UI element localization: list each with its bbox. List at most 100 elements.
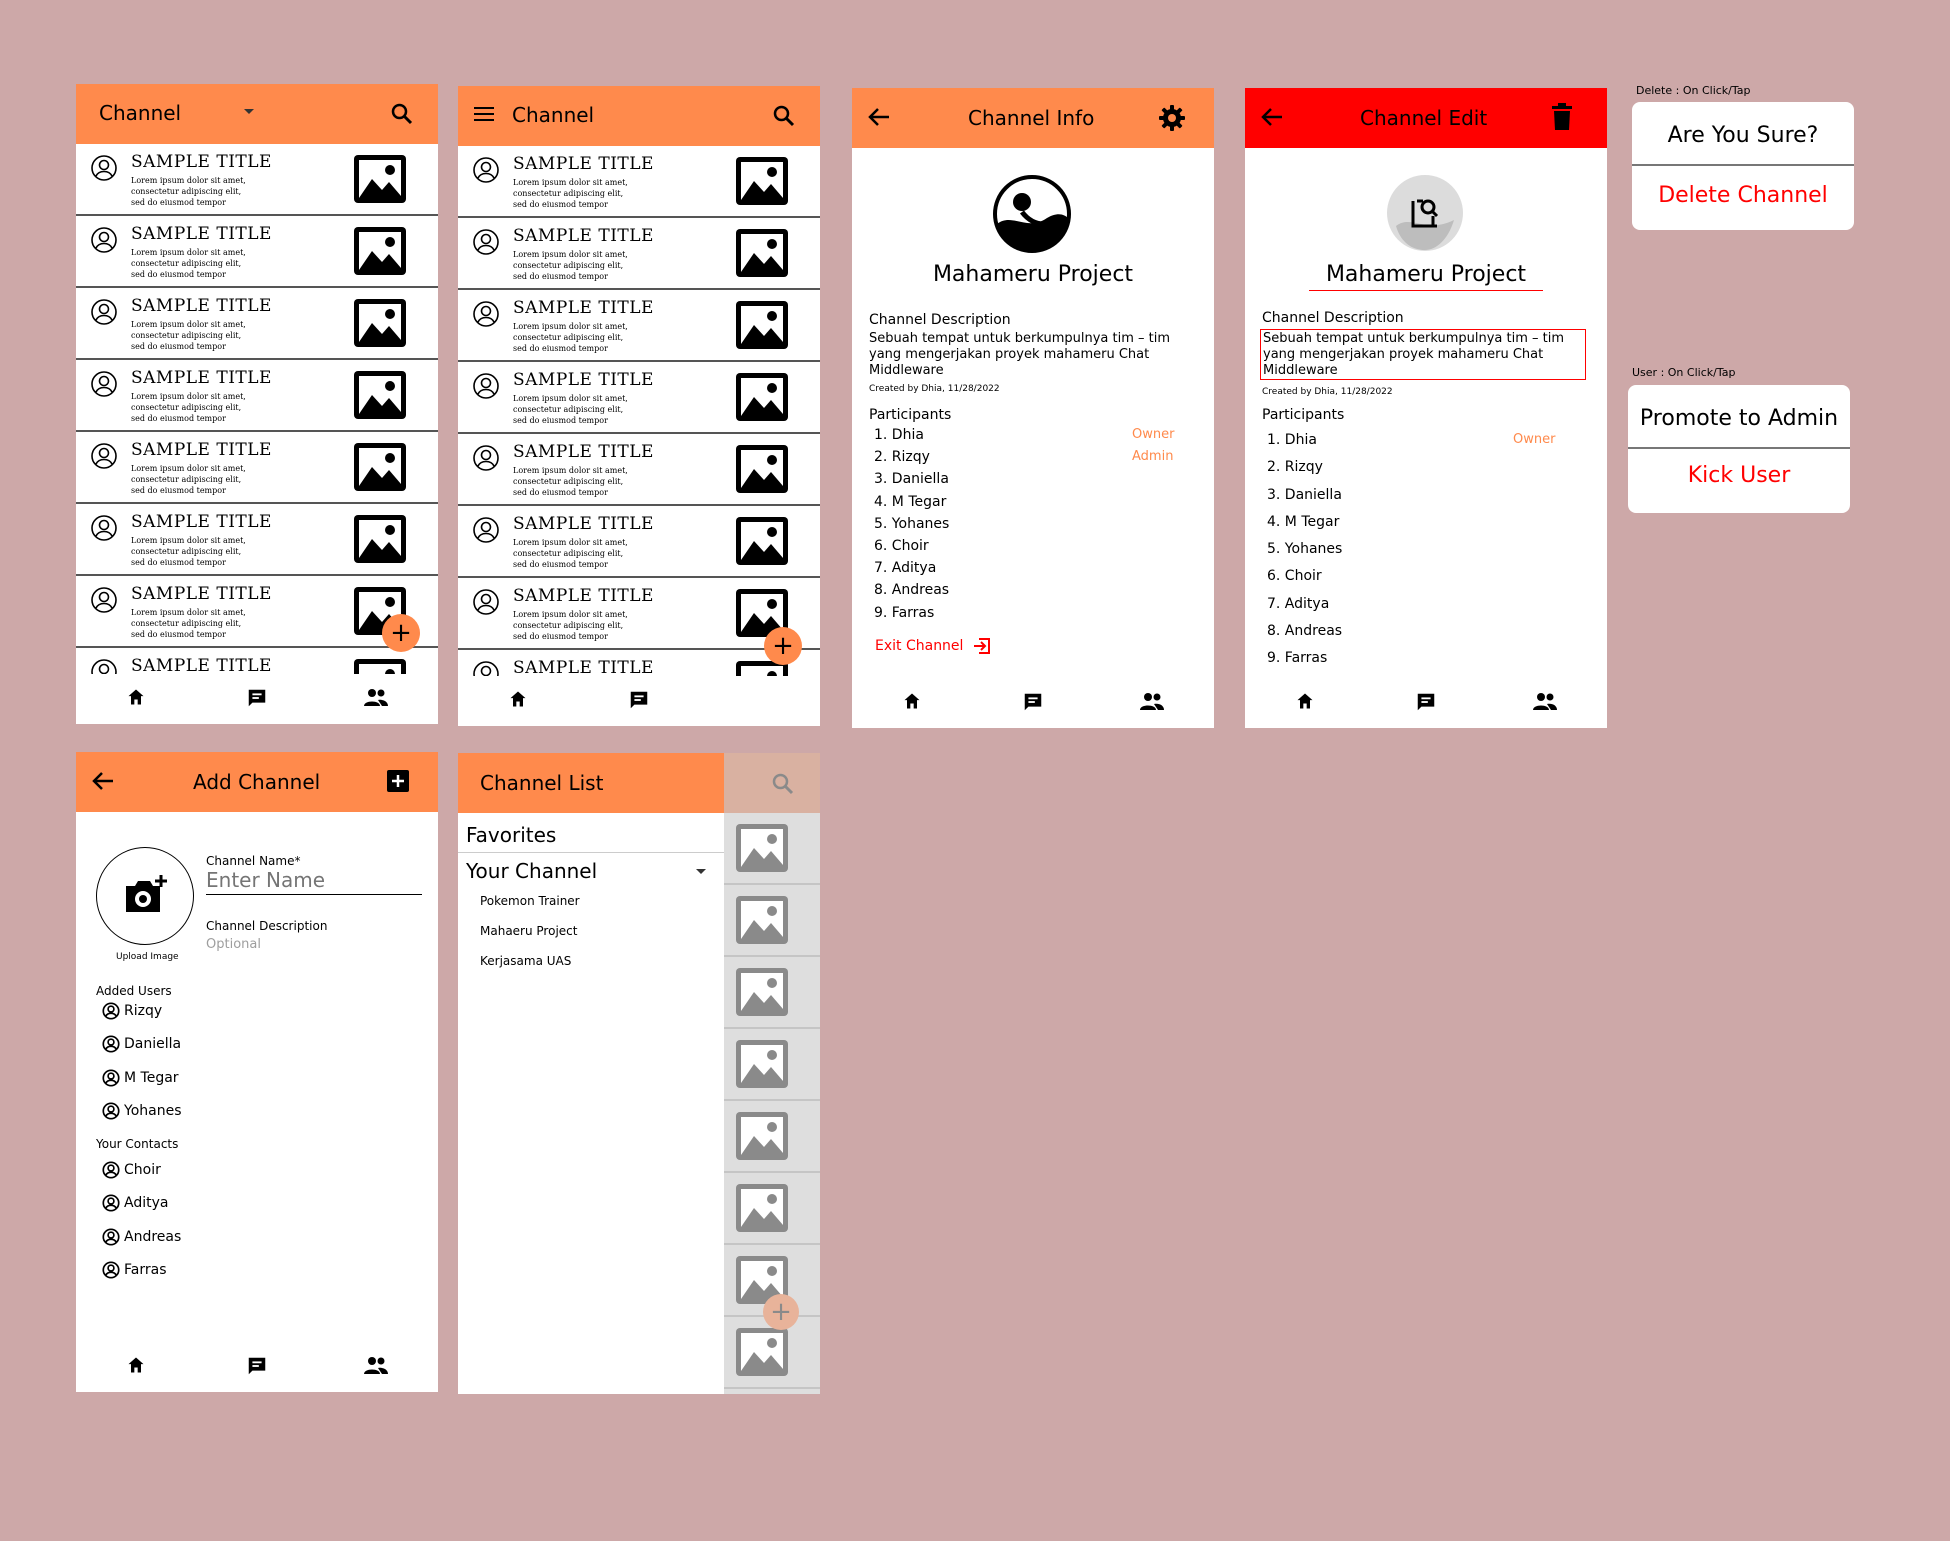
channel-row[interactable]: SAMPLE TITLE Lorem ipsum dolor sit amet, … — [458, 218, 820, 290]
add-box-icon[interactable] — [386, 769, 410, 793]
participant-item[interactable]: 6. Choir — [1267, 568, 1342, 595]
search-icon[interactable] — [772, 104, 796, 128]
trash-icon[interactable] — [1551, 103, 1573, 131]
channel-name-field[interactable]: Mahameru Project — [1309, 262, 1543, 291]
channel-row[interactable]: SAMPLE TITLE Lorem ipsum dolor sit amet, … — [76, 504, 438, 576]
upload-image-button[interactable] — [96, 847, 194, 945]
user-icon — [102, 1261, 120, 1279]
participant-item[interactable]: 3. Daniella — [1267, 487, 1342, 514]
participant-item[interactable]: 1. Dhia Owner — [874, 427, 1174, 449]
description-textarea[interactable]: Sebuah tempat untuk berkumpulnya tim – t… — [1260, 329, 1586, 380]
chat-icon[interactable] — [628, 689, 650, 711]
delete-confirm-dialog: Are You Sure? Delete Channel — [1632, 102, 1854, 230]
user-item[interactable]: Farras — [98, 1261, 167, 1279]
chat-icon[interactable] — [1415, 691, 1437, 713]
gear-icon[interactable] — [1158, 104, 1186, 132]
people-icon[interactable] — [364, 1355, 388, 1375]
participants-label: Participants — [869, 407, 952, 423]
participant-item[interactable]: 9. Farras — [874, 605, 949, 627]
channel-row[interactable]: SAMPLE TITLE Lorem ipsum dolor sit amet, … — [76, 360, 438, 432]
people-icon[interactable] — [364, 687, 388, 707]
channel-row[interactable]: SAMPLE TITLE Lorem ipsum dolor sit amet, … — [458, 506, 820, 578]
your-contacts-label: Your Contacts — [96, 1137, 179, 1151]
user-item[interactable]: Andreas — [98, 1228, 181, 1246]
participant-item[interactable]: 5. Yohanes — [1267, 541, 1342, 568]
image-icon — [734, 1110, 790, 1162]
channel-row[interactable]: SAMPLE TITLE Lorem ipsum dolor sit amet, … — [76, 216, 438, 288]
exit-channel-button[interactable]: Exit Channel — [875, 637, 991, 655]
participant-item[interactable]: 9. Farras — [1267, 650, 1342, 677]
channel-description-input[interactable]: Optional — [206, 937, 261, 952]
participant-role: Owner — [1132, 427, 1175, 442]
channel-name-item[interactable]: Mahaeru Project — [480, 924, 577, 938]
kick-user-button[interactable]: Kick User — [1628, 463, 1850, 488]
channel-row[interactable]: SAMPLE TITLE Lorem ipsum dolor sit amet, … — [76, 432, 438, 504]
channel-name-item[interactable]: Kerjasama UAS — [480, 954, 571, 968]
channel-name-input[interactable] — [206, 868, 422, 895]
people-icon[interactable] — [1140, 691, 1164, 711]
participant-name: 5. Yohanes — [1267, 541, 1343, 558]
user-item[interactable]: Choir — [98, 1161, 161, 1179]
participant-item[interactable]: 3. Daniella — [874, 471, 949, 493]
participant-item[interactable]: 6. Choir — [874, 538, 949, 560]
dropdown-arrow-icon[interactable] — [243, 108, 255, 116]
add-channel-fab[interactable]: + — [382, 614, 420, 652]
your-channel-toggle[interactable]: Your Channel — [466, 859, 708, 883]
back-arrow-icon[interactable] — [1261, 107, 1283, 127]
participant-name: 9. Farras — [874, 604, 935, 621]
participant-item[interactable]: 7. Aditya — [1267, 596, 1342, 623]
channel-row[interactable]: SAMPLE TITLE Lorem ipsum dolor sit amet, … — [76, 288, 438, 360]
dimmed-row — [724, 885, 820, 957]
participant-item[interactable]: 2. Rizqy Admin — [874, 449, 1173, 471]
image-icon — [352, 369, 408, 421]
user-item[interactable]: Aditya — [98, 1194, 168, 1212]
channel-title: SAMPLE TITLE — [131, 368, 272, 388]
delete-channel-button[interactable]: Delete Channel — [1632, 183, 1854, 208]
home-icon[interactable] — [126, 1355, 146, 1375]
user-item[interactable]: Rizqy — [98, 1002, 162, 1020]
dimmed-background[interactable]: + — [724, 753, 820, 1394]
home-icon[interactable] — [1295, 691, 1315, 711]
image-search-icon[interactable] — [1386, 174, 1464, 252]
participant-name: 3. Daniella — [874, 471, 949, 488]
channel-name-item[interactable]: Pokemon Trainer — [480, 894, 580, 908]
screen-title: Add Channel — [193, 770, 321, 794]
participant-name: 5. Yohanes — [874, 515, 950, 532]
participant-item[interactable]: 2. Rizqy — [1267, 459, 1342, 486]
people-icon[interactable] — [1533, 691, 1557, 711]
participant-item[interactable]: 4. M Tegar — [874, 494, 949, 516]
user-item[interactable]: M Tegar — [98, 1069, 179, 1087]
favorites-item[interactable]: Favorites — [466, 823, 556, 847]
chat-icon[interactable] — [1022, 691, 1044, 713]
channel-title: SAMPLE TITLE — [513, 586, 654, 606]
promote-admin-button[interactable]: Promote to Admin — [1628, 406, 1850, 431]
chat-icon[interactable] — [246, 687, 268, 709]
user-item[interactable]: Daniella — [98, 1035, 181, 1053]
channel-row[interactable]: SAMPLE TITLE Lorem ipsum dolor sit amet, … — [458, 362, 820, 434]
channel-row[interactable]: SAMPLE TITLE Lorem ipsum dolor sit amet, … — [458, 146, 820, 218]
user-action-dialog: Promote to Admin Kick User — [1628, 385, 1850, 513]
search-icon[interactable] — [390, 102, 414, 126]
participant-item[interactable]: 4. M Tegar — [1267, 514, 1342, 541]
back-arrow-icon[interactable] — [92, 771, 114, 791]
menu-icon[interactable] — [474, 106, 494, 122]
participant-item[interactable]: 8. Andreas — [1267, 623, 1342, 650]
image-icon — [352, 441, 408, 493]
participant-item[interactable]: 1. Dhia Owner — [1267, 432, 1555, 459]
channel-row[interactable]: SAMPLE TITLE Lorem ipsum dolor sit amet, … — [458, 290, 820, 362]
channel-preview: Lorem ipsum dolor sit amet, consectetur … — [513, 610, 628, 641]
channel-preview: Lorem ipsum dolor sit amet, consectetur … — [131, 248, 246, 279]
participant-item[interactable]: 5. Yohanes — [874, 516, 949, 538]
channel-row[interactable]: SAMPLE TITLE Lorem ipsum dolor sit amet, … — [76, 144, 438, 216]
home-icon[interactable] — [126, 687, 146, 707]
participant-item[interactable]: 8. Andreas — [874, 582, 949, 604]
user-item[interactable]: Yohanes — [98, 1102, 182, 1120]
chat-icon[interactable] — [246, 1355, 268, 1377]
home-icon[interactable] — [902, 691, 922, 711]
add-channel-fab[interactable]: + — [764, 627, 802, 665]
channel-row[interactable]: SAMPLE TITLE Lorem ipsum dolor sit amet, … — [458, 434, 820, 506]
channel-title: SAMPLE TITLE — [513, 442, 654, 462]
back-arrow-icon[interactable] — [868, 107, 890, 127]
participant-item[interactable]: 7. Aditya — [874, 560, 949, 582]
home-icon[interactable] — [508, 689, 528, 709]
